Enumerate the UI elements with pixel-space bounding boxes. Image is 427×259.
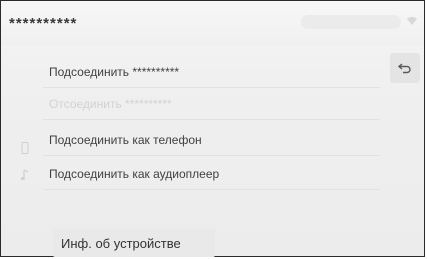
device-options-screen: ********** Подсоединить ********** Отсое… [0,0,425,257]
connect-as-phone-item[interactable]: Подсоединить как телефон [43,125,380,156]
signal-icon [407,16,417,25]
connect-as-audio-player-label: Подсоединить как аудиоплеер [49,167,220,181]
connect-device-item[interactable]: Подсоединить ********** [43,57,380,88]
device-info-button[interactable]: Инф. об устройстве [53,229,215,257]
phone-icon [19,141,31,155]
disconnect-device-item: Отсоединить ********** [43,89,380,120]
device-info-label: Инф. об устройстве [61,235,181,251]
status-pill [301,15,401,29]
page-title: ********** [9,15,78,32]
disconnect-device-label: Отсоединить ********** [49,97,172,111]
connect-as-audio-player-item[interactable]: Подсоединить как аудиоплеер [43,159,380,190]
back-button[interactable] [390,53,420,83]
music-note-icon [19,168,31,182]
header-bar: ********** [1,1,424,45]
connect-as-phone-label: Подсоединить как телефон [49,133,202,147]
connect-device-label: Подсоединить ********** [49,65,180,79]
back-icon [398,63,411,74]
